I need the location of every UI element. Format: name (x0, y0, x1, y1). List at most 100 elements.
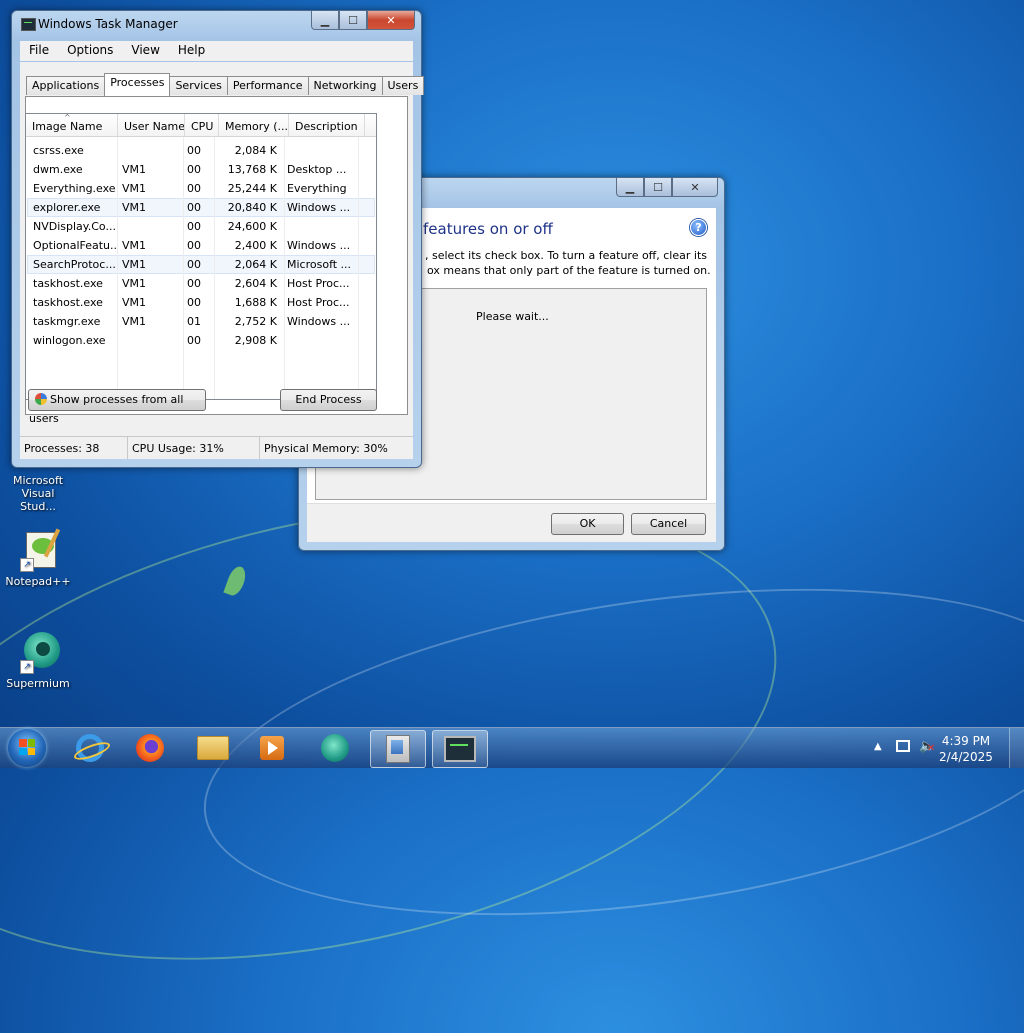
menu-options[interactable]: Options (58, 41, 122, 61)
table-row[interactable]: NVDisplay.Co... 00 24,600 K (27, 217, 375, 236)
minimize-button[interactable]: ▁ (311, 11, 339, 30)
minimize-button[interactable]: ▁ (616, 178, 644, 197)
folder-icon (197, 736, 229, 760)
maximize-button[interactable]: ☐ (339, 11, 367, 30)
menu-file[interactable]: File (20, 41, 58, 61)
desktop-icon-supermium[interactable]: ↗ Supermium (2, 630, 74, 690)
cell-description: Desktop ... (287, 163, 347, 176)
menu-help[interactable]: Help (169, 41, 214, 61)
table-row[interactable]: OptionalFeatu... VM1 00 2,400 K Windows ... (27, 236, 375, 255)
cell-cpu: 01 (187, 315, 201, 328)
cell-image-name: winlogon.exe (33, 334, 106, 347)
process-rows: csrss.exe 00 2,084 K dwm.exe VM1 00 13,768 K De… (26, 137, 376, 350)
column-header-user-name[interactable]: User Name (118, 114, 185, 136)
shield-icon (35, 393, 47, 405)
task-manager-icon (444, 736, 476, 762)
taskbar-windows-features[interactable] (370, 730, 426, 768)
tab-networking[interactable]: Networking (307, 76, 383, 95)
status-cpu-usage: CPU Usage: 31% (128, 437, 260, 459)
end-process-button[interactable]: End Process (280, 389, 377, 411)
tab-users[interactable]: Users (381, 76, 425, 95)
task-manager-window: Windows Task Manager ▁ ☐ ✕ File Options … (11, 10, 425, 468)
internet-explorer-icon (72, 734, 112, 764)
taskbar-task-manager[interactable] (432, 730, 488, 768)
table-row[interactable]: taskmgr.exe VM1 01 2,752 K Windows ... (27, 312, 375, 331)
taskbar-internet-explorer[interactable] (63, 730, 117, 766)
cell-user-name: VM1 (122, 277, 147, 290)
table-row[interactable]: SearchProtoc... VM1 00 2,064 K Microsoft ... (27, 255, 375, 274)
volume-muted-icon[interactable]: 🔈 ✕ (919, 739, 935, 754)
column-header-cpu[interactable]: CPU (185, 114, 219, 136)
close-button[interactable]: ✕ (672, 178, 718, 197)
table-row[interactable]: winlogon.exe 00 2,908 K (27, 331, 375, 350)
cell-description: Windows ... (287, 315, 351, 328)
table-row[interactable]: taskhost.exe VM1 00 1,688 K Host Proc... (27, 293, 375, 312)
taskbar: ▲ 🔈 ✕ 4:39 PM 2/4/2025 (0, 727, 1024, 768)
status-bar: Processes: 38 CPU Usage: 31% Physical Me… (20, 436, 413, 459)
tab-services[interactable]: Services (169, 76, 228, 95)
show-all-processes-button[interactable]: Show processes from all users (28, 389, 206, 425)
column-header-memory[interactable]: Memory (... (219, 114, 289, 136)
cell-image-name: taskhost.exe (33, 296, 103, 309)
taskbar-supermium[interactable] (308, 730, 362, 766)
task-manager-app-icon (21, 18, 36, 31)
tab-processes[interactable]: Processes (104, 73, 171, 96)
processes-panel: ^ Image Name User Name CPU Memory (... D… (25, 96, 408, 425)
show-desktop-button[interactable] (1009, 728, 1024, 768)
network-icon[interactable] (896, 740, 910, 752)
cell-cpu: 00 (187, 277, 201, 290)
taskbar-file-explorer[interactable] (186, 730, 240, 766)
show-hidden-icons-button[interactable]: ▲ (874, 741, 882, 752)
cell-memory: 13,768 K (227, 163, 277, 176)
firefox-icon (136, 734, 164, 762)
cell-cpu: 00 (187, 239, 201, 252)
cancel-button[interactable]: Cancel (631, 513, 706, 535)
desktop-icon-label: Microsoft Visual Stud... (12, 474, 64, 513)
clock[interactable]: 4:39 PM 2/4/2025 (936, 733, 996, 765)
clock-date: 2/4/2025 (939, 750, 993, 764)
cell-description: Microsoft ... (287, 258, 352, 271)
cell-image-name: SearchProtoc... (33, 258, 116, 271)
tab-performance[interactable]: Performance (226, 76, 309, 95)
tab-applications[interactable]: Applications (26, 76, 106, 95)
taskbar-media-player[interactable] (245, 730, 299, 766)
dialog-heading: features on or off (423, 220, 553, 238)
cell-memory: 2,604 K (234, 277, 277, 290)
cell-cpu: 00 (187, 144, 201, 157)
cell-user-name: VM1 (122, 201, 147, 214)
table-row[interactable]: taskhost.exe VM1 00 2,604 K Host Proc... (27, 274, 375, 293)
desktop-icon-label: Supermium (6, 677, 70, 690)
desktop-icon-notepadpp[interactable]: ↗ Notepad++ (2, 528, 74, 588)
cell-memory: 2,064 K (234, 258, 277, 271)
table-row[interactable]: explorer.exe VM1 00 20,840 K Windows ... (27, 198, 375, 217)
process-list-header: ^ Image Name User Name CPU Memory (... D… (26, 114, 376, 137)
desktop-icon-visual-studio[interactable]: Microsoft Visual Stud... (2, 474, 74, 513)
window-caption-buttons: ▁ ☐ ✕ (311, 11, 415, 30)
cell-memory: 1,688 K (234, 296, 277, 309)
table-row[interactable]: Everything.exe VM1 00 25,244 K Everything (27, 179, 375, 198)
cell-cpu: 00 (187, 163, 201, 176)
process-list[interactable]: ^ Image Name User Name CPU Memory (... D… (25, 113, 377, 400)
cell-user-name: VM1 (122, 258, 147, 271)
close-button[interactable]: ✕ (367, 11, 415, 30)
media-player-icon (260, 736, 284, 760)
cell-image-name: taskmgr.exe (33, 315, 101, 328)
cell-memory: 2,400 K (234, 239, 277, 252)
maximize-button[interactable]: ☐ (644, 178, 672, 197)
tab-strip: Applications Processes Services Performa… (26, 73, 425, 96)
taskbar-firefox[interactable] (123, 730, 177, 766)
task-manager-body: Applications Processes Services Performa… (20, 62, 425, 459)
start-button[interactable] (8, 729, 46, 767)
menu-view[interactable]: View (122, 41, 168, 61)
cell-image-name: Everything.exe (33, 182, 116, 195)
table-row[interactable]: dwm.exe VM1 00 13,768 K Desktop ... (27, 160, 375, 179)
table-row[interactable]: csrss.exe 00 2,084 K (27, 141, 375, 160)
help-icon[interactable]: ? (690, 219, 707, 236)
ok-button[interactable]: OK (551, 513, 624, 535)
cell-user-name: VM1 (122, 315, 147, 328)
system-tray: ▲ 🔈 ✕ 4:39 PM 2/4/2025 (864, 728, 1024, 768)
column-header-image-name[interactable]: ^ Image Name (26, 114, 118, 136)
column-header-description[interactable]: Description (289, 114, 365, 136)
sort-ascending-icon: ^ (64, 114, 71, 122)
dialog-description-line1: , select its check box. To turn a featur… (425, 249, 707, 262)
